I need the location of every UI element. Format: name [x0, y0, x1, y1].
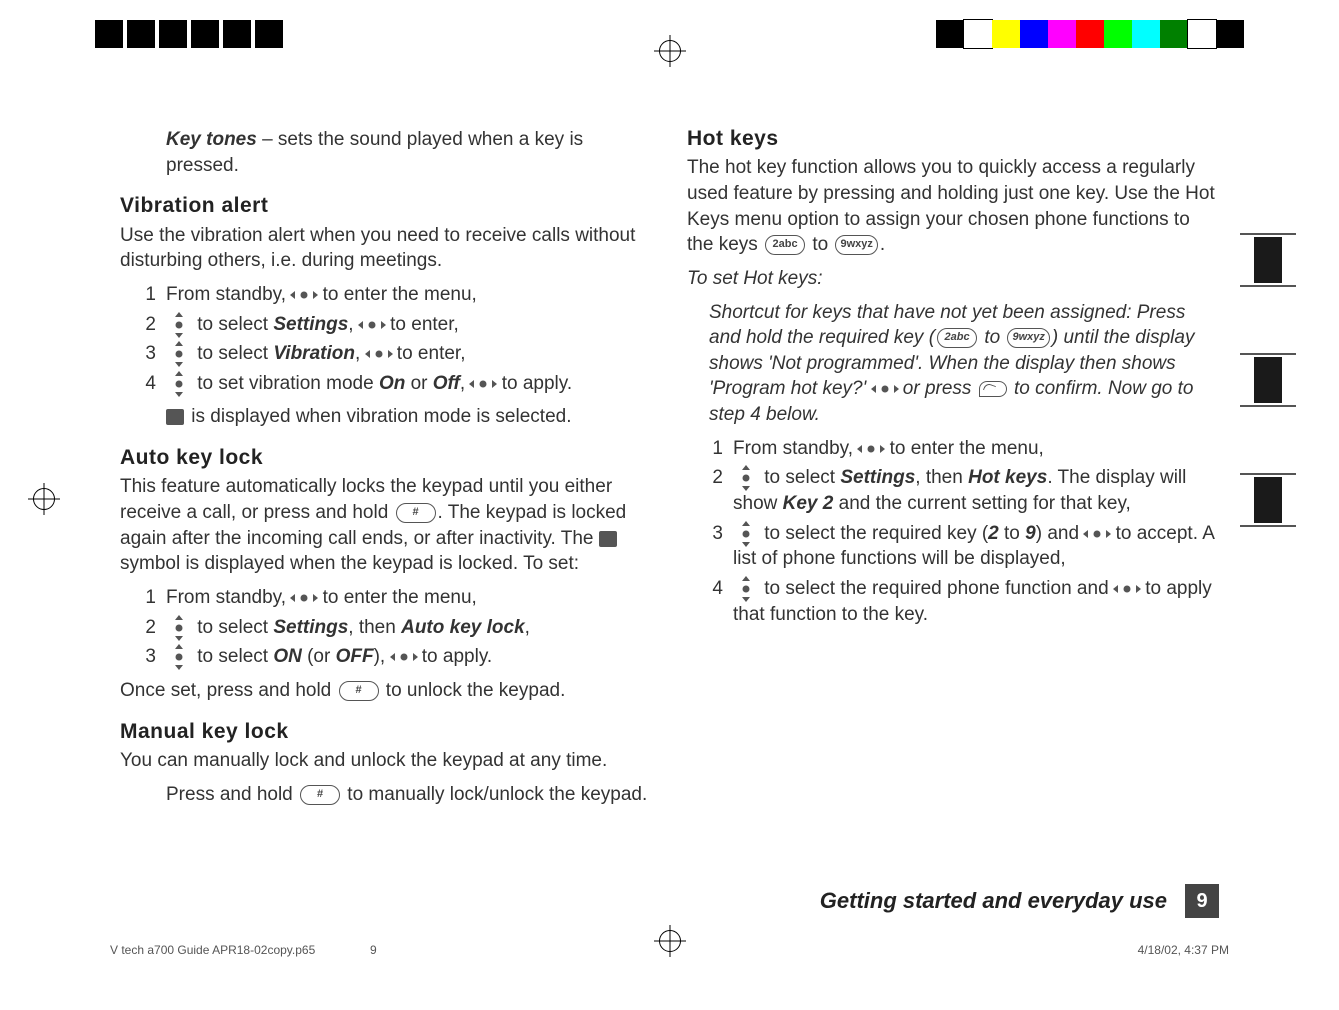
manual-key-lock-heading: Manual key lock — [120, 718, 653, 746]
key-2-icon: 2abc — [937, 328, 977, 348]
right-column: Hot keys The hot key function allows you… — [687, 125, 1220, 815]
auto-key-lock-steps: 1From standby, to enter the menu, 2 to s… — [120, 585, 653, 670]
joystick-updown-icon — [168, 317, 190, 333]
vibration-step-2: 2 to select Settings, to enter, — [142, 312, 653, 338]
auto-key-lock-paragraph: This feature automatically locks the key… — [120, 474, 653, 577]
auto-step-3: 3 to select ON (or OFF), to apply. — [142, 644, 653, 670]
joystick-center-icon — [874, 381, 896, 397]
print-page-number: 9 — [370, 942, 377, 958]
left-column: Key tones – sets the sound played when a… — [120, 125, 653, 815]
thumb-index-tab — [1236, 215, 1300, 545]
hash-key-icon: # — [339, 681, 379, 701]
joystick-center-icon — [1116, 581, 1138, 597]
hot-keys-steps: 1From standby, to enter the menu, 2 to s… — [687, 436, 1220, 627]
vibration-step-4: 4 to set vibration mode On or Off, to ap… — [142, 371, 653, 397]
hot-step-2: 2 to select Settings, then Hot keys. The… — [709, 465, 1220, 516]
joystick-center-icon — [293, 287, 315, 303]
hot-keys-paragraph: The hot key function allows you to quick… — [687, 155, 1220, 258]
auto-step-1: 1From standby, to enter the menu, — [142, 585, 653, 611]
print-file-name: V tech a700 Guide APR18-02copy.p65 — [110, 942, 315, 958]
vibration-alert-paragraph: Use the vibration alert when you need to… — [120, 223, 653, 274]
vibration-step-1: 1From standby, to enter the menu, — [142, 282, 653, 308]
joystick-center-icon — [368, 346, 390, 362]
page-footer: Getting started and everyday use 9 — [120, 884, 1219, 918]
color-calibration-bar — [936, 20, 1244, 48]
keypad-lock-icon — [599, 531, 617, 547]
vibration-steps: 1From standby, to enter the menu, 2 to s… — [120, 282, 653, 397]
auto-key-lock-heading: Auto key lock — [120, 444, 653, 472]
print-metadata-line: V tech a700 Guide APR18-02copy.p65 9 4/1… — [110, 942, 1229, 958]
hot-keys-shortcut-note: Shortcut for keys that have not yet been… — [709, 300, 1220, 428]
joystick-center-icon — [393, 649, 415, 665]
joystick-updown-icon — [168, 620, 190, 636]
footer-page-number: 9 — [1185, 884, 1219, 918]
joystick-center-icon — [1086, 526, 1108, 542]
registration-mark-left — [33, 488, 55, 510]
joystick-center-icon — [293, 590, 315, 606]
key-2-icon: 2abc — [765, 235, 805, 255]
print-timestamp: 4/18/02, 4:37 PM — [1138, 942, 1229, 958]
auto-step-2: 2 to select Settings, then Auto key lock… — [142, 615, 653, 641]
manual-key-lock-paragraph: You can manually lock and unlock the key… — [120, 748, 653, 774]
key-9-icon: 9wxyz — [835, 235, 877, 255]
key-9-icon: 9wxyz — [1007, 328, 1049, 348]
hot-step-3: 3 to select the required key (2 to 9) an… — [709, 521, 1220, 572]
footer-section-label: Getting started and everyday use — [820, 886, 1167, 916]
joystick-updown-icon — [735, 581, 757, 597]
joystick-updown-icon — [735, 470, 757, 486]
vibration-note: is displayed when vibration mode is sele… — [166, 404, 653, 430]
auto-post-note: Once set, press and hold # to unlock the… — [120, 678, 653, 704]
density-bars — [95, 20, 283, 48]
vibration-alert-heading: Vibration alert — [120, 192, 653, 220]
joystick-updown-icon — [168, 376, 190, 392]
vibration-step-3: 3 to select Vibration, to enter, — [142, 341, 653, 367]
joystick-center-icon — [361, 317, 383, 333]
joystick-center-icon — [860, 441, 882, 457]
hot-step-4: 4 to select the required phone function … — [709, 576, 1220, 627]
joystick-updown-icon — [735, 526, 757, 542]
joystick-updown-icon — [168, 346, 190, 362]
key-tones-label: Key tones — [166, 129, 257, 150]
hash-key-icon: # — [396, 503, 436, 523]
manual-key-lock-step: Press and hold # to manually lock/unlock… — [166, 782, 653, 808]
joystick-updown-icon — [168, 649, 190, 665]
hot-keys-heading: Hot keys — [687, 125, 1220, 153]
page-body: Key tones – sets the sound played when a… — [120, 125, 1220, 815]
vibration-icon — [166, 409, 184, 425]
hash-key-icon: # — [300, 785, 340, 805]
registration-mark-top — [659, 40, 681, 62]
hot-keys-subtitle: To set Hot keys: — [687, 266, 1220, 292]
hot-step-1: 1From standby, to enter the menu, — [709, 436, 1220, 462]
softkey-icon — [979, 381, 1007, 397]
joystick-center-icon — [472, 376, 494, 392]
key-tones-paragraph: Key tones – sets the sound played when a… — [166, 127, 653, 178]
